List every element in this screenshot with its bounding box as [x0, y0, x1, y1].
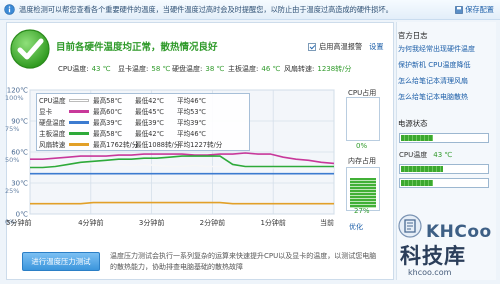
legend-swatch-cpu — [69, 98, 89, 102]
gpu-temp-bar — [399, 164, 489, 174]
x-tick-label: 5分钟前 — [6, 218, 31, 227]
reading-cpu: CPU温度: 43 ℃ — [58, 65, 111, 73]
mem-usage-label: 内存占用 — [348, 157, 376, 165]
ok-check-icon — [10, 29, 50, 69]
news-title: 官方日志 — [398, 31, 428, 40]
x-tick-label: 2分钟前 — [200, 218, 225, 227]
cpu-usage-value: 0% — [356, 142, 368, 150]
watermark-url: khcoo.com — [408, 268, 452, 277]
legend-swatch-gpu — [69, 109, 89, 113]
x-tick-label: 1分钟前 — [260, 218, 285, 227]
mem-usage-fill — [350, 178, 376, 208]
legend-row-board: 主板温度 最高58℃ 最低42℃ 平均46℃ — [39, 130, 206, 138]
mem-usage-meter — [346, 167, 380, 211]
watermark-code: KHCoo — [426, 222, 492, 242]
reading-gpu: 显卡温度: 58 ℃ — [118, 65, 171, 73]
alarm-toggle[interactable]: 启用高温报警 设置 — [308, 42, 384, 52]
save-icon — [455, 6, 464, 14]
temperature-readings: CPU温度: 43 ℃ 显卡温度: 58 ℃ 硬盘温度: 38 ℃ 主板温度: 46 ℃… — [58, 64, 352, 74]
alarm-setting-link[interactable]: 设置 — [369, 42, 383, 52]
legend-row-cpu: CPU温度 最高58℃ 最低42℃ 平均46℃ — [39, 97, 206, 105]
info-icon — [4, 4, 15, 15]
y-tick-percent: 50% — [5, 156, 19, 164]
extra-temp-bar — [399, 178, 489, 188]
x-tick-label: 4分钟前 — [78, 218, 103, 227]
alarm-checkbox[interactable] — [308, 43, 316, 51]
alarm-label: 启用高温报警 — [319, 42, 363, 51]
x-tick-label: 当前 — [320, 218, 334, 227]
stress-test-button[interactable]: 进行温度压力测试 — [22, 252, 100, 271]
battery-bar — [399, 133, 489, 143]
stress-test-description: 温度压力测试会执行一系列复杂的运算来快速提升CPU以及显卡的温度，以测试您电脑的… — [110, 252, 377, 271]
y-tick-label: 0℃ — [16, 211, 28, 219]
reading-disk: 硬盘温度: 38 ℃ — [172, 65, 225, 73]
chart-legend: CPU温度 最高58℃ 最低42℃ 平均46℃ 显卡 最高60℃ 最低45℃ 平均53℃… — [36, 93, 250, 151]
save-config-link[interactable]: 保存配置 — [455, 5, 494, 15]
notice-text: 温度检测可以帮您查看各个重要硬件的温度，当硬件温度过高时会及时提醒您，以防止由于… — [19, 4, 393, 14]
news-link-2[interactable]: 保护新机 CPU温度降低 — [398, 60, 470, 70]
status-title: 目前各硬件温度均正常，散热情况良好 — [56, 42, 218, 53]
battery-cpu-temp: CPU温度 43 ℃ — [399, 151, 453, 159]
news-link-3[interactable]: 怎么给笔记本清理风扇 — [398, 76, 468, 86]
save-config-label: 保存配置 — [465, 5, 494, 14]
notice-bar: 温度检测可以帮您查看各个重要硬件的温度，当硬件温度过高时会及时提醒您，以防止由于… — [0, 0, 500, 20]
x-tick-label: 3分钟前 — [139, 218, 164, 227]
news-link-4[interactable]: 怎么给笔记本电脑散热 — [398, 92, 468, 102]
legend-swatch-disk — [69, 120, 89, 124]
legend-row-disk: 硬盘温度 最高39℃ 最低39℃ 平均39℃ — [39, 119, 206, 127]
legend-row-fan: 风扇转速 最高1762转/分 最低1088转/分 平均1227转/分 — [39, 141, 223, 149]
reading-board: 主板温度: 46 ℃ — [228, 65, 281, 73]
legend-swatch-fan — [69, 142, 89, 146]
extra-temp-bar-fill — [401, 180, 433, 186]
legend-row-gpu: 显卡 最高60℃ 最低45℃ 平均53℃ — [39, 108, 206, 116]
y-tick-percent: 25% — [5, 187, 19, 195]
news-link-1[interactable]: 为何我经常出现硬件温度 — [398, 44, 475, 54]
optimize-link[interactable]: 优化 — [349, 222, 363, 232]
reading-fan: 风扇转速: 1238转/分 — [284, 65, 352, 73]
battery-title: 电源状态 — [398, 119, 428, 128]
battery-bar-fill — [401, 135, 433, 141]
y-tick-percent: 75% — [5, 125, 19, 133]
legend-swatch-board — [69, 131, 89, 135]
gpu-temp-bar-fill — [401, 166, 444, 172]
mem-usage-value: 27% — [354, 207, 370, 215]
cpu-usage-meter — [346, 97, 380, 141]
watermark-cn: 科技库 — [400, 244, 466, 268]
y-tick-percent: 100% — [5, 94, 24, 102]
